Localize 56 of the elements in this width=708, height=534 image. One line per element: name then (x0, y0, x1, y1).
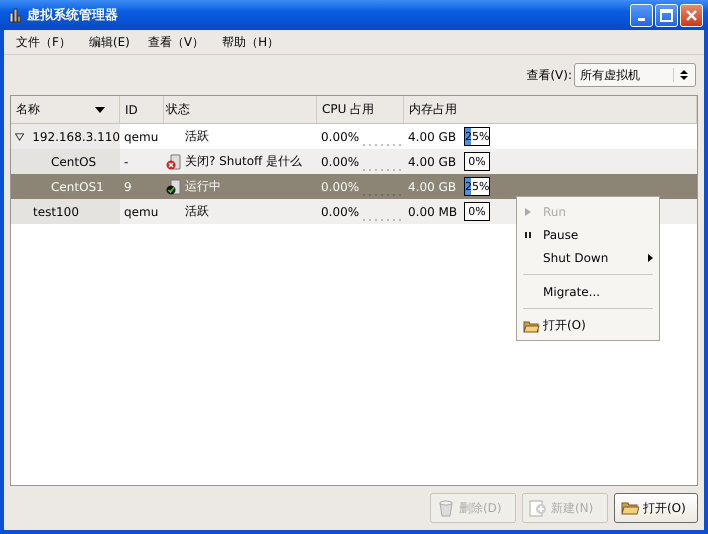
view-dropdown[interactable]: 所有虚拟机 (574, 63, 696, 87)
submenu-arrow-icon (648, 254, 653, 262)
minimize-button[interactable] (630, 4, 653, 26)
pause-icon (523, 230, 533, 240)
app-icon (9, 7, 21, 23)
server-error-icon (166, 154, 182, 170)
table-cell-text: 4.00 GB (408, 130, 458, 144)
sort-arrow-icon (95, 106, 105, 112)
status-text: 活跃 (185, 128, 209, 145)
new-document-icon (529, 499, 547, 517)
menu-item[interactable]: 打开(O) (517, 314, 659, 337)
view-label: 查看(V): (526, 66, 572, 84)
vm-name: 192.168.3.110 (32, 130, 120, 144)
menu-item[interactable]: 编辑(E) (82, 34, 136, 50)
table-cell-text: 4.00 GB (408, 154, 458, 168)
column-header[interactable]: 状态 (164, 96, 317, 123)
vm-name: CentOS (51, 154, 96, 168)
status-text: 活跃 (185, 203, 209, 220)
column-header[interactable]: ID (120, 96, 164, 123)
minimize-icon (638, 18, 645, 20)
window-title: 虚拟系统管理器 (27, 6, 119, 24)
action-button[interactable]: 打开(O) (614, 493, 698, 523)
menu-item[interactable]: 帮助（H） (216, 34, 286, 50)
menu-item[interactable]: Pause (517, 223, 659, 246)
table-cell: 0.00% (321, 204, 360, 218)
spinner-icon (673, 68, 689, 82)
table-cell: 9 (124, 180, 132, 194)
table-cell-text: 4.00 GB (408, 180, 458, 194)
maximize-button[interactable] (655, 4, 678, 26)
table-cell: 0.00% (321, 154, 360, 168)
column-header[interactable]: CPU 占用 (317, 96, 404, 123)
table-cell: 0.00% (321, 180, 360, 194)
column-header[interactable]: 名称 (11, 96, 120, 123)
expander-icon[interactable] (15, 132, 24, 140)
menu-item[interactable]: 文件（F） (10, 34, 77, 50)
menu-item[interactable]: Shut Down (517, 246, 659, 269)
memory-bar: 0% (464, 202, 490, 221)
vm-name: CentOS1 (51, 180, 104, 194)
table-cell-text: 0.00 MB (408, 204, 458, 218)
trash-icon (437, 499, 455, 517)
table-cell: - (124, 154, 128, 168)
status-text: 运行中 (185, 178, 221, 195)
menu-item[interactable]: Migrate... (517, 280, 659, 303)
folder-icon (523, 318, 540, 332)
close-button[interactable] (680, 4, 703, 26)
table-cell: qemu (124, 204, 158, 218)
table-cell: qemu (124, 130, 158, 144)
server-check-icon (166, 178, 182, 194)
table-cell: 0.00% (321, 130, 360, 144)
status-text: 关闭? Shutoff 是什么 (185, 153, 302, 170)
memory-bar: 0% (464, 152, 490, 171)
table-row[interactable]: CentOS - 关闭? Shutoff 是什么 0.00% 4.00 GB 0% (11, 149, 697, 174)
menu-item[interactable]: 查看（V） (142, 34, 210, 50)
play-icon (523, 206, 533, 216)
column-header[interactable]: 内存占用 (404, 96, 697, 123)
vm-name: test100 (33, 204, 79, 218)
